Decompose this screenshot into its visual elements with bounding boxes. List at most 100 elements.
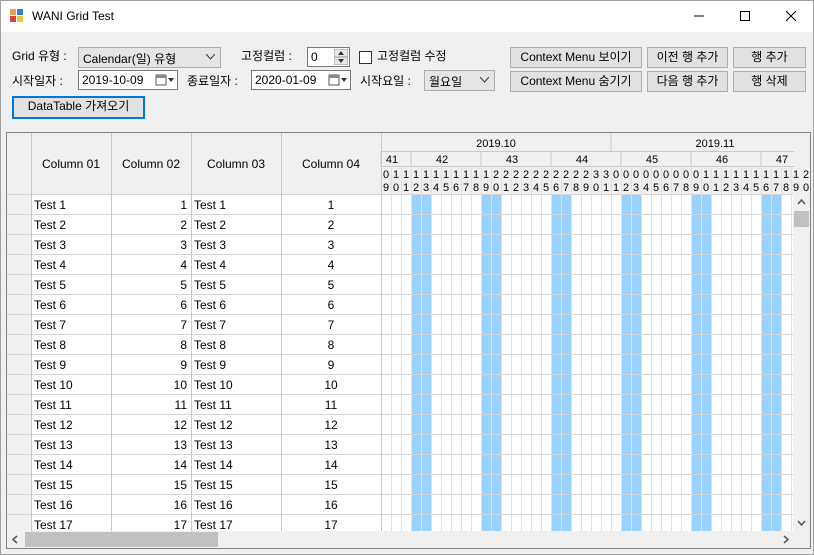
minimize-button[interactable]: [676, 1, 722, 31]
month-header: 2019.10: [476, 138, 516, 150]
day-ones: 3: [633, 182, 639, 194]
cell-col03: Test 16: [194, 498, 233, 512]
day-ones: 9: [693, 182, 699, 194]
start-weekday-combo[interactable]: 월요일: [424, 70, 495, 91]
scroll-right-icon[interactable]: [783, 535, 790, 544]
row-delete-button[interactable]: 행 삭제: [733, 71, 806, 92]
day-tens: 1: [733, 169, 739, 181]
context-menu-show-button[interactable]: Context Menu 보이기: [510, 47, 642, 68]
wani-grid[interactable]: Column 01 Column 02 Column 03 Column 04 2019…: [6, 132, 811, 549]
end-date-picker[interactable]: 2020-01-09: [251, 70, 351, 90]
cell-col04: 3: [328, 238, 335, 252]
day-ones: 4: [743, 182, 749, 194]
cell-col01: Test 8: [34, 338, 66, 352]
cell-col02: 3: [180, 238, 187, 252]
cell-col02: 12: [174, 418, 188, 432]
scroll-left-icon[interactable]: [11, 535, 18, 544]
column-header: Column 01: [42, 157, 100, 171]
day-ones: 9: [793, 182, 799, 194]
cell-col03: Test 9: [194, 358, 226, 372]
cell-col02: 13: [174, 438, 188, 452]
close-icon: [786, 11, 796, 21]
day-tens: 1: [763, 169, 769, 181]
cell-col03: Test 8: [194, 338, 226, 352]
context-menu-hide-button[interactable]: Context Menu 숨기기: [510, 71, 642, 92]
start-date-value: 2019-10-09: [82, 73, 144, 87]
day-ones: 5: [443, 182, 449, 194]
weekend-column: [621, 194, 631, 532]
day-tens: 2: [583, 169, 589, 181]
fixed-col-label: 고정컬럼 :: [241, 49, 292, 63]
horizontal-scroll-thumb[interactable]: [25, 532, 218, 547]
weekend-column: [691, 194, 701, 532]
horizontal-scrollbar[interactable]: [7, 531, 794, 548]
horizontal-scrollbar-track: [11, 532, 790, 547]
cell-col04: 11: [325, 398, 338, 412]
day-ones: 6: [553, 182, 559, 194]
cell-col02: 15: [174, 478, 188, 492]
day-tens: 1: [793, 169, 799, 181]
cell-col01: Test 4: [34, 258, 66, 272]
cell-col03: Test 6: [194, 298, 226, 312]
day-ones: 8: [783, 182, 789, 194]
weekend-column: [481, 194, 491, 532]
day-tens: 0: [653, 169, 659, 181]
weekend-column: [701, 194, 711, 532]
day-ones: 9: [583, 182, 589, 194]
cell-col01: Test 1: [34, 198, 66, 212]
day-tens: 1: [393, 169, 399, 181]
day-ones: 5: [753, 182, 759, 194]
weekend-column: [771, 194, 781, 532]
scroll-up-icon[interactable]: [797, 198, 806, 205]
start-weekday-value: 월요일: [429, 75, 463, 89]
day-ones: 6: [663, 182, 669, 194]
day-ones: 3: [423, 182, 429, 194]
day-ones: 8: [683, 182, 689, 194]
fixed-col-edit-checkbox[interactable]: [359, 51, 372, 64]
cell-col03: Test 17: [194, 518, 233, 532]
day-ones: 4: [643, 182, 649, 194]
cell-col03: Test 13: [194, 438, 233, 452]
day-tens: 2: [513, 169, 519, 181]
cell-col03: Test 2: [194, 218, 226, 232]
weekend-column: [761, 194, 771, 532]
cell-col03: Test 1: [194, 198, 226, 212]
vertical-scroll-thumb[interactable]: [794, 211, 809, 227]
close-button[interactable]: [768, 1, 814, 31]
weekend-column: [631, 194, 641, 532]
grid-type-combo[interactable]: Calendar(일) 유형: [78, 47, 221, 68]
maximize-button[interactable]: [722, 1, 768, 31]
day-ones: 8: [473, 182, 479, 194]
calendar-icon[interactable]: [328, 73, 348, 87]
fixed-col-spinner[interactable]: 0: [307, 47, 350, 67]
start-date-picker[interactable]: 2019-10-09: [78, 70, 178, 90]
cell-col01: Test 17: [34, 518, 73, 532]
cell-col01: Test 15: [34, 478, 73, 492]
day-tens: 0: [683, 169, 689, 181]
week-header: 44: [576, 154, 588, 166]
spin-arrows-icon[interactable]: [334, 49, 348, 65]
day-tens: 1: [443, 169, 449, 181]
scroll-down-icon[interactable]: [797, 520, 806, 527]
week-header: 41: [386, 154, 398, 166]
calendar-icon[interactable]: [155, 73, 175, 87]
title-bar[interactable]: WANI Grid Test: [1, 1, 813, 32]
cell-col02: 14: [174, 458, 188, 472]
day-ones: 6: [763, 182, 769, 194]
cell-col01: Test 3: [34, 238, 66, 252]
day-tens: 2: [493, 169, 499, 181]
row-add-button[interactable]: 행 추가: [733, 47, 806, 68]
day-tens: 2: [563, 169, 569, 181]
week-header: 42: [436, 154, 448, 166]
cell-col02: 4: [180, 258, 187, 272]
cell-col03: Test 4: [194, 258, 226, 272]
prev-row-add-button[interactable]: 이전 행 추가: [647, 47, 728, 68]
vertical-scrollbar[interactable]: [793, 194, 810, 532]
day-ones: 1: [603, 182, 609, 194]
datatable-load-button[interactable]: DataTable 가져오기: [12, 96, 145, 119]
next-row-add-button[interactable]: 다음 행 추가: [647, 71, 728, 92]
week-header: 46: [716, 154, 728, 166]
day-tens: 1: [453, 169, 459, 181]
cell-col02: 5: [180, 278, 187, 292]
column-header: Column 02: [122, 157, 180, 171]
